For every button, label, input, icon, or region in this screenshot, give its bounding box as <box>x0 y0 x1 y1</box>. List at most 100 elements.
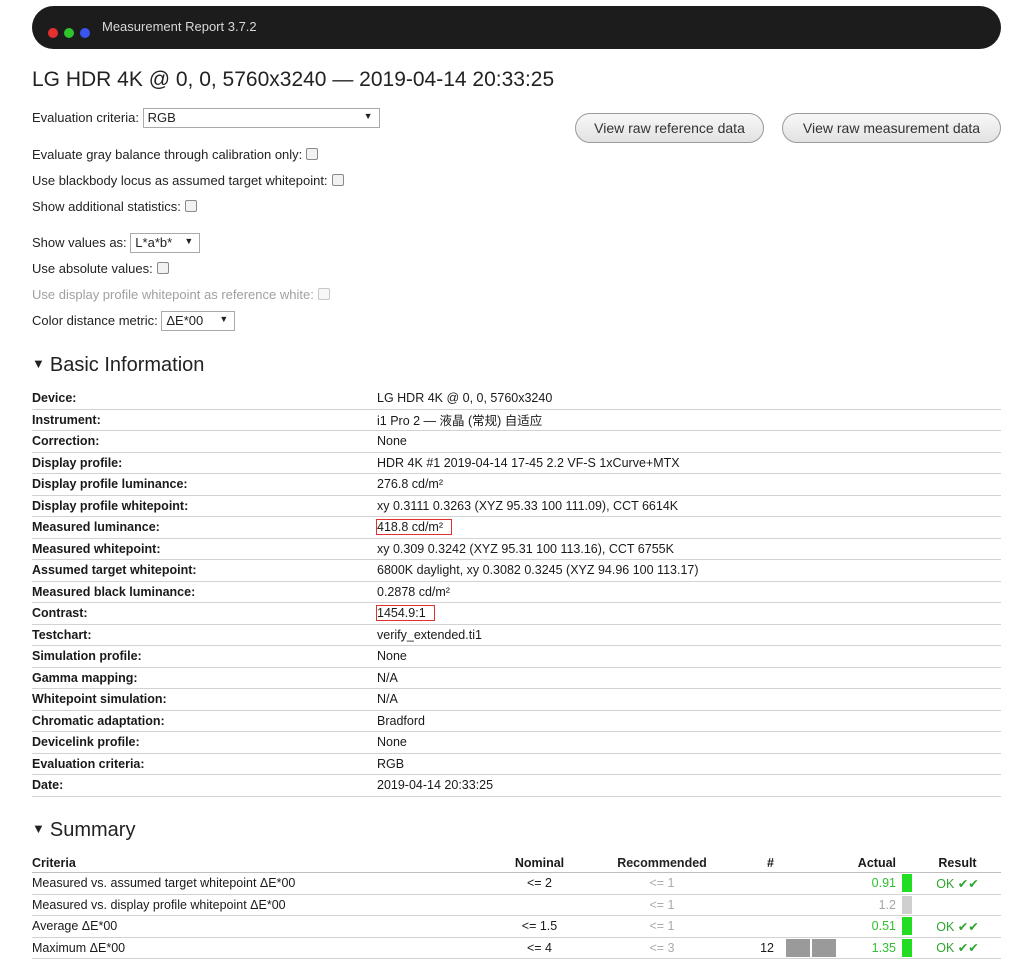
summary-result: OK ✔✔ <box>914 915 1001 938</box>
info-row: Chromatic adaptation: Bradford <box>32 710 1001 732</box>
info-value: xy 0.309 0.3242 (XYZ 95.31 100 113.16), … <box>377 541 674 556</box>
summary-count <box>732 915 774 938</box>
info-key: Display profile: <box>32 452 377 474</box>
info-value: 2019-04-14 20:33:25 <box>377 778 494 793</box>
gray-balance-checkbox[interactable] <box>306 148 319 160</box>
summary-criteria: Maximum ΔE*00 <box>32 937 487 959</box>
absolute-values-checkbox[interactable] <box>156 262 169 274</box>
view-raw-measurement-button[interactable]: View raw measurement data <box>782 113 1001 143</box>
info-key: Instrument: <box>32 409 377 431</box>
info-value-cell: 276.8 cd/m² <box>377 473 1001 496</box>
additional-stats-checkbox[interactable] <box>184 200 197 212</box>
dropdown-arrow-icon: ▼ <box>184 236 194 246</box>
info-key: Evaluation criteria: <box>32 753 377 775</box>
summary-bar-cell <box>774 937 838 959</box>
info-value-cell: RGB <box>377 753 1001 775</box>
summary-recommended: <= 1 <box>592 894 732 916</box>
summary-title: Summary <box>49 819 136 841</box>
info-value: 276.8 cd/m² <box>377 477 444 492</box>
basic-info-table: Device: LG HDR 4K @ 0, 0, 5760x3240 Instru… <box>32 388 1001 797</box>
summary-actual: 1.2 <box>838 894 896 916</box>
info-key: Correction: <box>32 430 377 453</box>
info-key: Measured luminance: <box>32 516 377 539</box>
report-title: LG HDR 4K @ 0, 0, 5760x3240 — 2019-04-14… <box>32 68 555 91</box>
basic-info-toggle[interactable]: ▼ Basic Information <box>32 354 204 377</box>
info-value-cell: 0.2878 cd/m² <box>377 581 1001 603</box>
gray-balance-row: Evaluate gray balance through calibratio… <box>32 147 319 162</box>
summary-count <box>732 894 774 916</box>
info-row: Measured whitepoint: xy 0.309 0.3242 (XYZ… <box>32 538 1001 560</box>
summary-table: Criteria Nominal Recommended # Actual Re… <box>32 853 1001 959</box>
show-values-label: Show values as: <box>32 235 127 250</box>
info-key: Measured whitepoint: <box>32 538 377 560</box>
info-key: Chromatic adaptation: <box>32 710 377 732</box>
header-indicator <box>896 853 914 873</box>
info-value-cell: i1 Pro 2 — 液晶 (常规) 自适应 <box>377 409 1001 431</box>
info-key: Testchart: <box>32 624 377 646</box>
summary-indicator-cell <box>896 894 914 916</box>
info-value-cell: Bradford <box>377 710 1001 732</box>
info-row: Evaluation criteria: RGB <box>32 753 1001 775</box>
show-values-select[interactable]: L*a*b* ▼ <box>130 233 201 253</box>
info-row: Device: LG HDR 4K @ 0, 0, 5760x3240 <box>32 388 1001 410</box>
info-row: Display profile whitepoint: xy 0.3111 0.3… <box>32 495 1001 517</box>
show-values-value: L*a*b* <box>135 235 173 250</box>
summary-actual: 1.35 <box>838 937 896 959</box>
close-dot-icon[interactable] <box>48 28 58 38</box>
summary-toggle[interactable]: ▼ Summary <box>32 819 135 842</box>
blackbody-row: Use blackbody locus as assumed target wh… <box>32 173 344 188</box>
info-row: Display profile: HDR 4K #1 2019-04-14 17-… <box>32 452 1001 474</box>
info-row: Simulation profile: None <box>32 645 1001 668</box>
blackbody-label: Use blackbody locus as assumed target wh… <box>32 173 328 188</box>
info-row: Display profile luminance: 276.8 cd/m² <box>32 473 1001 496</box>
info-value: 6800K daylight, xy 0.3082 0.3245 (XYZ 94… <box>377 563 699 578</box>
info-row: Date: 2019-04-14 20:33:25 <box>32 774 1001 797</box>
info-key: Whitepoint simulation: <box>32 688 377 711</box>
info-key: Gamma mapping: <box>32 667 377 689</box>
summary-indicator-cell <box>896 915 914 938</box>
info-key: Display profile whitepoint: <box>32 495 377 517</box>
window-titlebar: Measurement Report 3.7.2 <box>32 6 1001 49</box>
evaluation-criteria-select[interactable]: RGB ▼ <box>142 108 380 128</box>
info-key: Display profile luminance: <box>32 473 377 496</box>
summary-actual: 0.91 <box>838 872 896 895</box>
dropdown-arrow-icon: ▼ <box>219 314 229 324</box>
minimize-dot-icon[interactable] <box>80 28 90 38</box>
info-value-cell: 6800K daylight, xy 0.3082 0.3245 (XYZ 94… <box>377 559 1001 582</box>
info-value-cell: N/A <box>377 688 1001 711</box>
window-title: Measurement Report 3.7.2 <box>102 19 257 34</box>
evaluation-criteria-label: Evaluation criteria: <box>32 110 139 125</box>
summary-nominal: <= 2 <box>487 872 592 895</box>
distance-metric-select[interactable]: ΔE*00 ▼ <box>161 311 236 331</box>
display-whitepoint-row: Use display profile whitepoint as refere… <box>32 287 330 302</box>
display-whitepoint-checkbox[interactable] <box>317 288 330 300</box>
summary-nominal: <= 4 <box>487 937 592 959</box>
blackbody-checkbox[interactable] <box>331 174 344 186</box>
info-value-cell: None <box>377 645 1001 668</box>
maximize-dot-icon[interactable] <box>64 28 74 38</box>
info-value: N/A <box>377 670 398 685</box>
header-bar <box>774 853 838 873</box>
info-value: verify_extended.ti1 <box>377 627 482 642</box>
info-value-cell: LG HDR 4K @ 0, 0, 5760x3240 <box>377 388 1001 410</box>
info-value-cell: xy 0.3111 0.3263 (XYZ 95.33 100 111.09),… <box>377 495 1001 517</box>
absolute-values-label: Use absolute values: <box>32 261 153 276</box>
histogram-bar <box>786 938 810 957</box>
status-indicator <box>902 917 912 936</box>
histogram-bar <box>812 938 836 957</box>
collapse-triangle-icon: ▼ <box>32 821 45 836</box>
summary-recommended: <= 3 <box>592 937 732 959</box>
summary-bar-cell <box>774 872 838 895</box>
info-key: Simulation profile: <box>32 645 377 668</box>
summary-row: Measured vs. display profile whitepoint … <box>32 894 1001 916</box>
info-value: None <box>377 735 407 750</box>
gray-balance-label: Evaluate gray balance through calibratio… <box>32 147 303 162</box>
info-row: Correction: None <box>32 430 1001 453</box>
info-row: Contrast: 1454.9:1 <box>32 602 1001 625</box>
info-row: Measured black luminance: 0.2878 cd/m² <box>32 581 1001 603</box>
header-nominal: Nominal <box>487 853 592 873</box>
info-row: Assumed target whitepoint: 6800K daylight… <box>32 559 1001 582</box>
info-key: Measured black luminance: <box>32 581 377 603</box>
info-value-cell: 2019-04-14 20:33:25 <box>377 774 1001 797</box>
view-raw-reference-button[interactable]: View raw reference data <box>575 113 764 143</box>
